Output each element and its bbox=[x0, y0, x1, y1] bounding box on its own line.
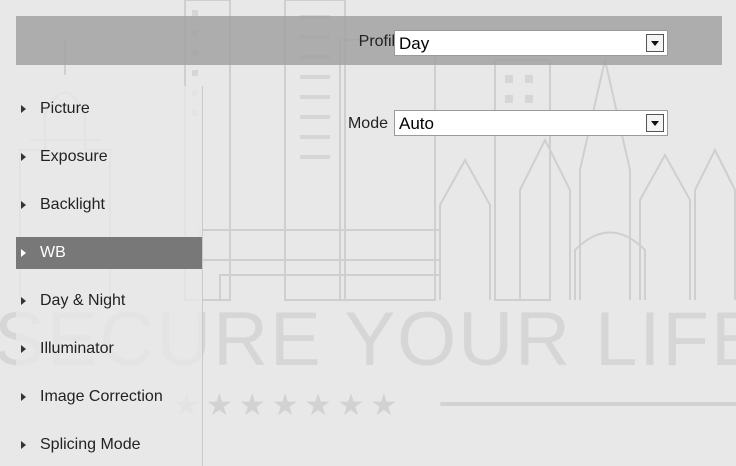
sidebar-item-label: Image Correction bbox=[40, 388, 163, 405]
sidebar-item-label: Picture bbox=[40, 100, 90, 117]
sidebar-item-label: Exposure bbox=[40, 148, 108, 165]
sidebar-item-label: Splicing Mode bbox=[40, 436, 141, 453]
chevron-down-icon[interactable] bbox=[646, 114, 664, 132]
triangle-right-icon bbox=[21, 153, 26, 161]
watermark-line bbox=[440, 402, 736, 406]
sidebar-item-picture[interactable]: Picture bbox=[16, 93, 202, 125]
triangle-right-icon bbox=[21, 393, 26, 401]
sidebar-item-backlight[interactable]: Backlight bbox=[16, 189, 202, 221]
sidebar-item-wb[interactable]: WB bbox=[16, 237, 202, 269]
sidebar-item-label: Illuminator bbox=[40, 340, 114, 357]
sidebar-item-splicing-mode[interactable]: Splicing Mode bbox=[16, 429, 202, 461]
settings-sidebar: Picture Exposure Backlight WB Day & Nigh… bbox=[16, 86, 202, 466]
sidebar-item-exposure[interactable]: Exposure bbox=[16, 141, 202, 173]
profile-select-value: Day bbox=[399, 34, 430, 53]
sidebar-item-label: Backlight bbox=[40, 196, 105, 213]
chevron-down-icon[interactable] bbox=[646, 34, 664, 52]
profile-label: Profile bbox=[358, 33, 404, 50]
mode-select[interactable]: Auto bbox=[394, 110, 668, 136]
triangle-right-icon bbox=[21, 105, 26, 113]
mode-select-value: Auto bbox=[399, 114, 434, 133]
profile-header-bar: Profile Day bbox=[16, 16, 722, 65]
triangle-right-icon bbox=[21, 441, 26, 449]
sidebar-item-image-correction[interactable]: Image Correction bbox=[16, 381, 202, 413]
triangle-right-icon bbox=[21, 345, 26, 353]
sidebar-item-day-night[interactable]: Day & Night bbox=[16, 285, 202, 317]
profile-select[interactable]: Day bbox=[394, 30, 668, 56]
sidebar-divider bbox=[202, 86, 203, 466]
triangle-right-icon bbox=[21, 201, 26, 209]
sidebar-item-label: WB bbox=[40, 244, 66, 261]
triangle-right-icon bbox=[21, 249, 26, 257]
sidebar-item-illuminator[interactable]: Illuminator bbox=[16, 333, 202, 365]
sidebar-item-label: Day & Night bbox=[40, 292, 126, 309]
triangle-right-icon bbox=[21, 297, 26, 305]
watermark-stars: ★★★★★★★ bbox=[173, 389, 404, 422]
mode-label: Mode bbox=[347, 115, 388, 132]
